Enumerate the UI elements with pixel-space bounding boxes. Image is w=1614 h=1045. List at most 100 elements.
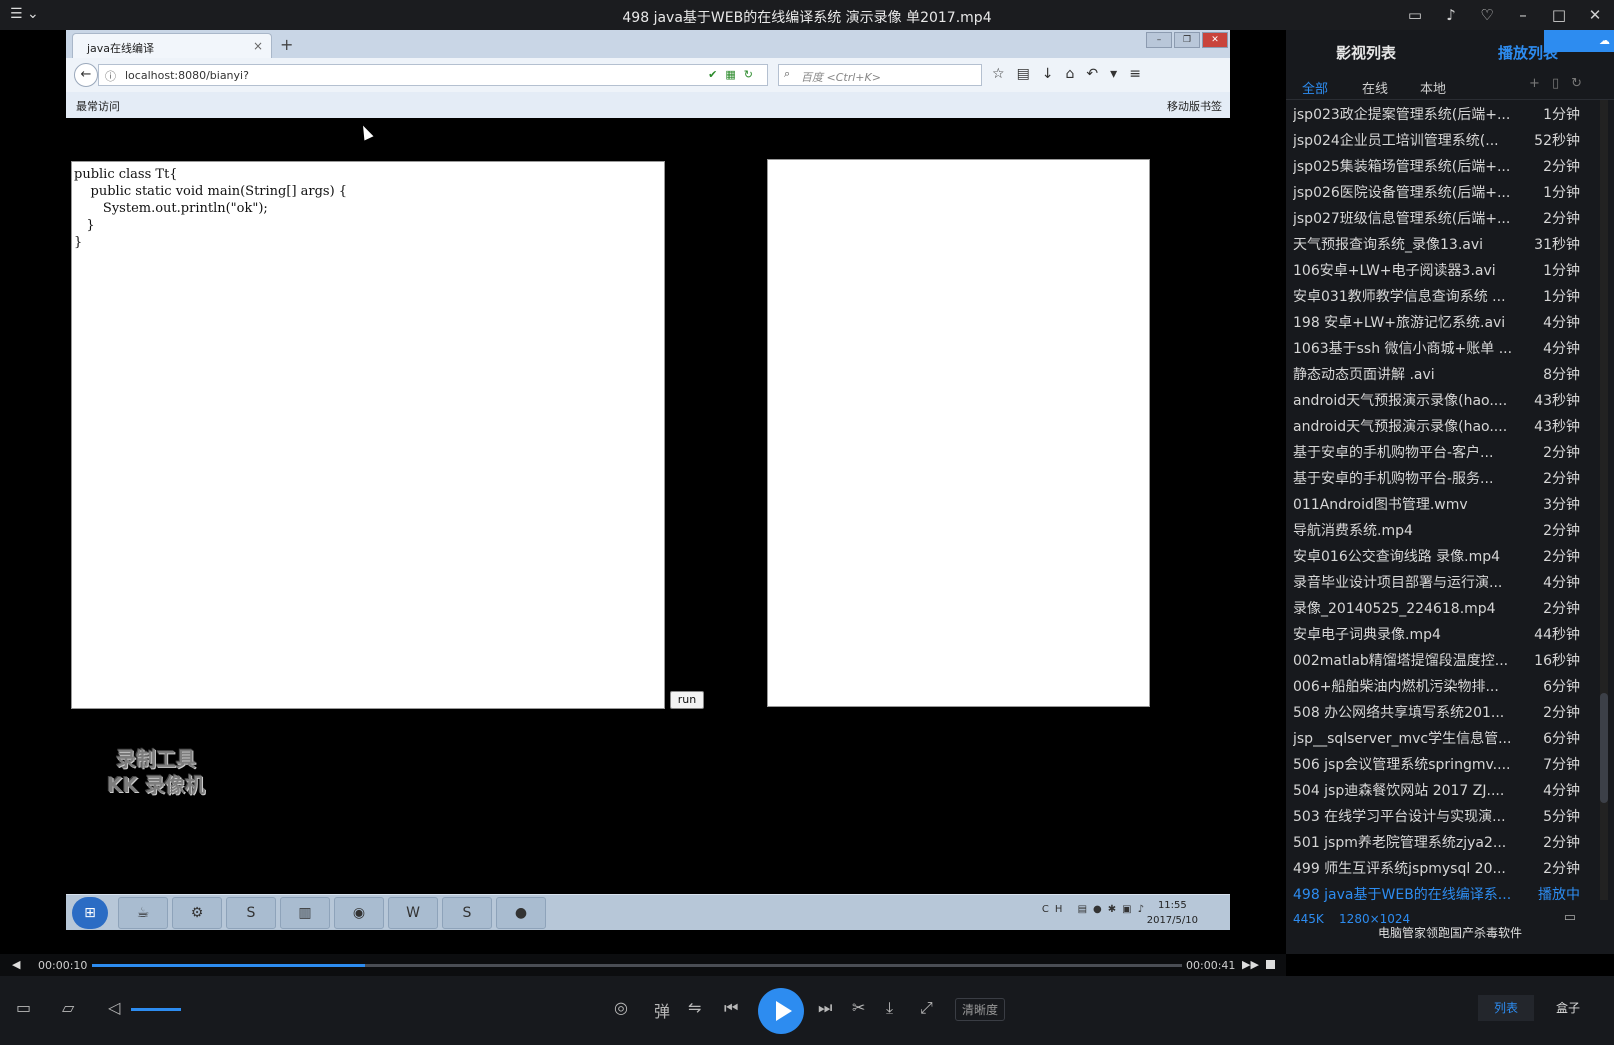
cut-icon[interactable]: ✂ [852, 998, 865, 1017]
browser-close-icon[interactable]: ✕ [1202, 32, 1228, 48]
download-icon[interactable]: ⤓ [886, 998, 893, 1018]
list-item[interactable]: jsp023政企提案管理系统(后端+... 1分钟 [1286, 100, 1596, 126]
list-item[interactable]: jsp024企业员工培训管理系统(... 52秒钟 [1286, 126, 1596, 152]
list-item[interactable]: 安卓016公交查询线路 录像.mp4 2分钟 [1286, 542, 1596, 568]
filter-local[interactable]: 本地 [1420, 78, 1446, 97]
bookmark-mobile[interactable]: 移动版书签 [1167, 98, 1222, 114]
fullscreen-icon[interactable]: ⤢ [920, 998, 933, 1018]
list-item[interactable]: 录音毕业设计项目部署与运行演... 4分钟 [1286, 568, 1596, 594]
reading-list-icon[interactable]: ▤ [1017, 66, 1030, 82]
quality-button[interactable]: 清晰度 [955, 998, 1006, 1021]
bookmark-star-icon[interactable]: ☆ [992, 66, 1005, 82]
playlist-scrollbar[interactable] [1600, 100, 1608, 900]
list-item[interactable]: 508 办公网络共享填写系统201... 2分钟 [1286, 698, 1596, 724]
close-icon[interactable]: ✕ [1584, 4, 1606, 26]
seek-forward-icon[interactable]: ▶▶ [1242, 958, 1259, 971]
new-tab-button[interactable]: + [280, 35, 293, 54]
skin-icon[interactable]: ♡ [1476, 4, 1498, 26]
tab-close-icon[interactable]: × [253, 39, 263, 53]
list-item[interactable]: 基于安卓的手机购物平台-客户... 2分钟 [1286, 438, 1596, 464]
list-item[interactable]: 011Android图书管理.wmv 3分钟 [1286, 490, 1596, 516]
back-arrow-icon[interactable]: ← [74, 63, 98, 87]
box-button[interactable]: 盒子 [1540, 995, 1596, 1021]
volume-icon[interactable]: ◁ [108, 998, 120, 1017]
run-button[interactable]: run [670, 691, 704, 709]
play-button[interactable] [758, 988, 804, 1034]
sogou-icon[interactable]: S [226, 897, 276, 929]
list-button[interactable]: 列表 [1478, 995, 1534, 1021]
add-icon[interactable]: + [1529, 76, 1540, 91]
browser-tab[interactable]: java在线编译 × [72, 33, 272, 59]
tab-media-list[interactable]: 影视列表 [1336, 42, 1396, 63]
code-editor-textarea[interactable]: public class Tt{ public static void main… [71, 161, 665, 709]
stop-icon[interactable] [1266, 960, 1275, 969]
list-item-active[interactable]: 498 java基于WEB的在线编译系... 播放中 [1286, 880, 1596, 906]
danmaku-toggle[interactable]: 弹 [654, 998, 670, 1022]
list-item[interactable]: 安卓电子词典录像.mp4 44秒钟 [1286, 620, 1596, 646]
bell-icon[interactable]: ♪ [1440, 4, 1462, 26]
list-item[interactable]: 006+船舶柴油内燃机污染物排... 6分钟 [1286, 672, 1596, 698]
cloud-icon[interactable]: ☁ [1544, 30, 1614, 52]
list-item[interactable]: 506 jsp会议管理系统springmv.... 7分钟 [1286, 750, 1596, 776]
news-ticker[interactable]: 电脑管家领跑国产杀毒软件 [1286, 924, 1614, 941]
list-item[interactable]: jsp__sqlserver_mvc学生信息管... 6分钟 [1286, 724, 1596, 750]
list-item[interactable]: 1063基于ssh 微信小商城+账单 ... 4分钟 [1286, 334, 1596, 360]
refresh-icon[interactable]: ↻ [1571, 76, 1582, 91]
dropdown-icon[interactable]: ▾ [1110, 66, 1117, 82]
download-icon[interactable]: ↓ [1042, 66, 1054, 82]
open-file-icon[interactable]: ▱ [62, 998, 74, 1017]
filter-all[interactable]: 全部 [1302, 78, 1328, 97]
list-item[interactable]: 基于安卓的手机购物平台-服务... 2分钟 [1286, 464, 1596, 490]
output-textarea[interactable] [767, 159, 1150, 707]
url-bar[interactable]: ⓘ localhost:8080/bianyi? ✔▦↻ [98, 64, 768, 86]
folder-icon[interactable]: ▭ [1564, 910, 1576, 925]
list-item[interactable]: 503 在线学习平台设计与实现演... 5分钟 [1286, 802, 1596, 828]
windows-start-icon[interactable]: ⊞ [72, 897, 108, 929]
home-icon[interactable]: ⌂ [1066, 66, 1075, 82]
list-item[interactable]: 499 师生互评系统jspmysql 20... 2分钟 [1286, 854, 1596, 880]
eye-protection-icon[interactable]: ◎ [614, 998, 628, 1017]
system-tray[interactable]: CH ▤●✱▣♪ [1042, 904, 1150, 915]
list-item[interactable]: 504 jsp迪森餐饮网站 2017 ZJ.... 4分钟 [1286, 776, 1596, 802]
playlist-scrollbar-thumb[interactable] [1600, 693, 1608, 804]
firefox-icon[interactable]: ◉ [334, 897, 384, 929]
list-item[interactable]: jsp027班级信息管理系统(后端+... 2分钟 [1286, 204, 1596, 230]
seek-back-icon[interactable]: ◀ [12, 958, 20, 971]
list-item[interactable]: 501 jspm养老院管理系统zjya2... 2分钟 [1286, 828, 1596, 854]
list-item[interactable]: 198 安卓+LW+旅游记忆系统.avi 4分钟 [1286, 308, 1596, 334]
browser-restore-icon[interactable]: ❐ [1174, 32, 1200, 48]
list-item[interactable]: 安卓031教师教学信息查询系统 ... 1分钟 [1286, 282, 1596, 308]
file-icon[interactable]: ▯ [1552, 76, 1559, 91]
tray-icons[interactable]: ▤●✱▣♪ [1078, 904, 1150, 915]
list-item[interactable]: android天气预报演示录像(hao.... 43秒钟 [1286, 386, 1596, 412]
file-explorer-icon[interactable]: ▥ [280, 897, 330, 929]
info-icon[interactable]: ⓘ [105, 68, 116, 84]
word-icon[interactable]: W [388, 897, 438, 929]
list-item[interactable]: jsp025集装箱场管理系统(后端+... 2分钟 [1286, 152, 1596, 178]
list-item[interactable]: android天气预报演示录像(hao.... 43秒钟 [1286, 412, 1596, 438]
list-item[interactable]: 106安卓+LW+电子阅读器3.avi 1分钟 [1286, 256, 1596, 282]
list-item[interactable]: 静态动态页面讲解 .avi 8分钟 [1286, 360, 1596, 386]
sublime-icon[interactable]: S [442, 897, 492, 929]
browser-minimize-icon[interactable]: – [1146, 32, 1172, 48]
eclipse-icon[interactable]: ⚙ [172, 897, 222, 929]
equalizer-icon[interactable]: ⇋ [688, 998, 701, 1017]
seek-track[interactable] [92, 964, 1182, 967]
java-icon[interactable]: ☕ [118, 897, 168, 929]
list-item[interactable]: 天气预报查询系统_录像13.avi 31秒钟 [1286, 230, 1596, 256]
url-bar-icons[interactable]: ✔▦↻ [708, 68, 761, 81]
filter-online[interactable]: 在线 [1362, 78, 1388, 97]
list-item[interactable]: jsp026医院设备管理系统(后端+... 1分钟 [1286, 178, 1596, 204]
undo-icon[interactable]: ↶ [1086, 66, 1098, 82]
open-folder-icon[interactable]: ▭ [16, 998, 31, 1017]
next-icon[interactable]: ⏭ [818, 998, 832, 1018]
bookmark-most-visited[interactable]: 最常访问 [76, 98, 120, 114]
maximize-icon[interactable]: □ [1548, 4, 1570, 26]
video-frame[interactable]: java在线编译 × + – ❐ ✕ ← ⓘ localhost:8080/bi… [6, 30, 1286, 954]
recorder-app-icon[interactable]: ● [496, 897, 546, 929]
list-item[interactable]: 002matlab精馏塔提馏段温度控... 16秒钟 [1286, 646, 1596, 672]
volume-slider[interactable] [131, 1008, 181, 1011]
hamburger-menu-icon[interactable]: ≡ [1129, 66, 1141, 82]
search-bar[interactable]: ⌕ 百度 <Ctrl+K> [778, 64, 982, 86]
previous-icon[interactable]: ⏮ [724, 998, 738, 1018]
